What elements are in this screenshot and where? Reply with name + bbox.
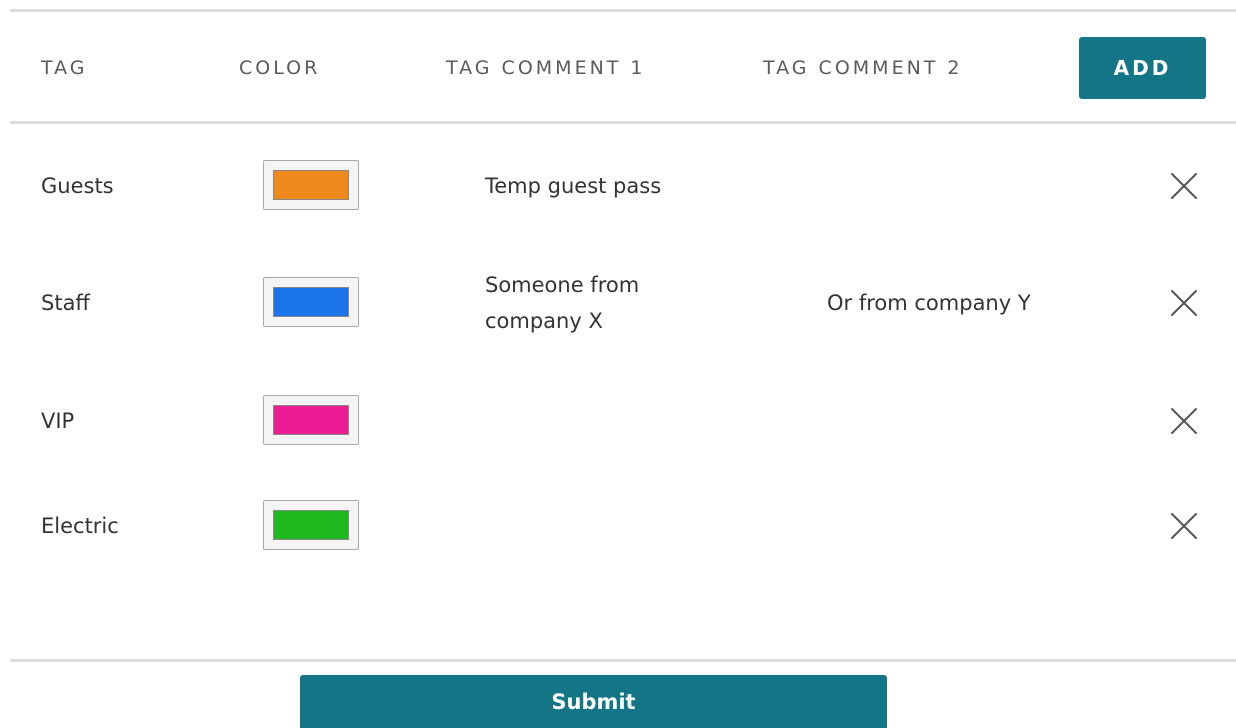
color-picker[interactable] — [263, 500, 359, 550]
remove-row-button[interactable] — [1165, 168, 1203, 204]
color-swatch — [273, 287, 349, 317]
remove-row-button[interactable] — [1165, 403, 1203, 439]
close-icon — [1171, 173, 1197, 199]
tag-comment-1 — [485, 486, 745, 566]
tag-comment-2 — [827, 381, 1127, 461]
add-button[interactable]: ADD — [1079, 37, 1206, 99]
tag-name: Staff — [41, 291, 90, 315]
tag-comment-2 — [827, 146, 1127, 226]
color-picker[interactable] — [263, 160, 359, 210]
tag-name: Guests — [41, 174, 114, 198]
remove-row-button[interactable] — [1165, 285, 1203, 321]
tag-comment-2-text: Or from company Y — [827, 291, 1031, 315]
table-row: Guests Temp guest pass — [0, 146, 1236, 226]
remove-row-button[interactable] — [1165, 508, 1203, 544]
table-row: Staff Someone from company X Or from com… — [0, 263, 1236, 343]
color-swatch — [273, 405, 349, 435]
header-tag-comment-2: TAG COMMENT 2 — [763, 57, 963, 79]
color-swatch — [273, 510, 349, 540]
footer-divider — [10, 659, 1236, 662]
tag-comment-1: Someone from company X — [485, 263, 745, 343]
header-tag-comment-1: TAG COMMENT 1 — [446, 57, 646, 79]
tag-comment-1 — [485, 381, 745, 461]
tag-editor: TAG COLOR TAG COMMENT 1 TAG COMMENT 2 AD… — [0, 0, 1236, 728]
color-swatch — [273, 170, 349, 200]
color-picker[interactable] — [263, 277, 359, 327]
tag-name: Electric — [41, 514, 119, 538]
close-icon — [1171, 513, 1197, 539]
tag-comment-1: Temp guest pass — [485, 146, 745, 226]
color-picker[interactable] — [263, 395, 359, 445]
close-icon — [1171, 290, 1197, 316]
submit-button[interactable]: Submit — [300, 675, 887, 728]
table-row: Electric — [0, 486, 1236, 566]
tag-comment-2 — [827, 486, 1127, 566]
table-header: TAG COLOR TAG COMMENT 1 TAG COMMENT 2 AD… — [0, 37, 1236, 99]
header-tag: TAG — [41, 57, 88, 79]
table-row: VIP — [0, 381, 1236, 461]
close-icon — [1171, 408, 1197, 434]
header-color: COLOR — [239, 57, 321, 79]
header-divider — [10, 121, 1236, 124]
tag-comment-1-text: Temp guest pass — [485, 174, 662, 198]
tag-comment-2: Or from company Y — [827, 263, 1127, 343]
top-divider — [10, 9, 1236, 12]
tag-name: VIP — [41, 409, 75, 433]
tag-comment-1-text: Someone from company X — [485, 273, 640, 333]
